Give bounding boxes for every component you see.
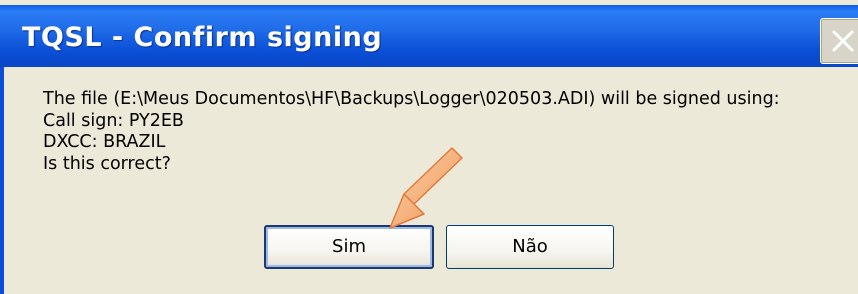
- message-line-callsign: Call sign: PY2EB: [43, 110, 184, 131]
- no-button[interactable]: Não: [446, 225, 614, 269]
- annotation-arrow-icon: [389, 147, 463, 229]
- close-icon: [832, 30, 854, 52]
- close-button[interactable]: [820, 18, 858, 64]
- window-title: TQSL - Confirm signing: [22, 22, 383, 53]
- window-left-border: [0, 67, 4, 294]
- title-bar[interactable]: TQSL - Confirm signing: [0, 5, 858, 67]
- message-line-file: The file (E:\Meus Documentos\HF\Backups\…: [43, 89, 780, 109]
- confirm-signing-dialog: TQSL - Confirm signing The file (E:\Meus…: [0, 0, 858, 294]
